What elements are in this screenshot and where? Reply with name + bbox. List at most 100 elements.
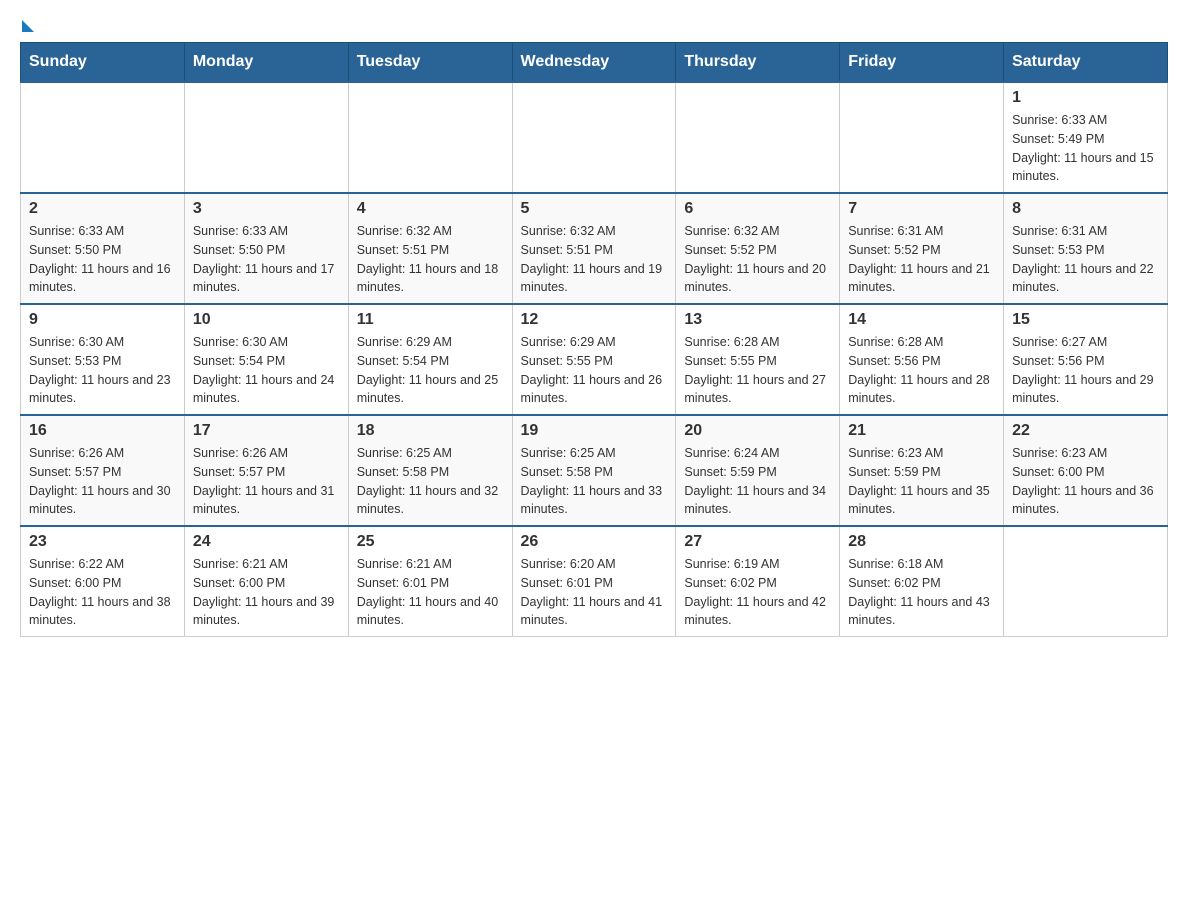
day-number: 10 — [193, 311, 340, 329]
day-info: Sunrise: 6:24 AMSunset: 5:59 PMDaylight:… — [684, 444, 831, 519]
day-number: 13 — [684, 311, 831, 329]
day-info: Sunrise: 6:22 AMSunset: 6:00 PMDaylight:… — [29, 555, 176, 630]
logo-triangle-icon — [22, 20, 34, 32]
calendar-day-cell — [1004, 526, 1168, 637]
day-number: 26 — [521, 533, 668, 551]
calendar-day-cell: 19 Sunrise: 6:25 AMSunset: 5:58 PMDayligh… — [512, 415, 676, 526]
day-info: Sunrise: 6:30 AMSunset: 5:53 PMDaylight:… — [29, 333, 176, 408]
day-info: Sunrise: 6:33 AMSunset: 5:49 PMDaylight:… — [1012, 111, 1159, 186]
day-info: Sunrise: 6:33 AMSunset: 5:50 PMDaylight:… — [29, 222, 176, 297]
calendar-day-cell: 27Sunrise: 6:19 AMSunset: 6:02 PMDayligh… — [676, 526, 840, 637]
day-number: 21 — [848, 422, 995, 440]
day-number: 24 — [193, 533, 340, 551]
calendar-day-cell — [348, 82, 512, 193]
calendar-day-cell: 13 Sunrise: 6:28 AMSunset: 5:55 PMDayligh… — [676, 304, 840, 415]
day-info: Sunrise: 6:23 AMSunset: 5:59 PMDaylight:… — [848, 444, 995, 519]
calendar-table: Sunday Monday Tuesday Wednesday Thursday… — [20, 42, 1168, 637]
day-number: 22 — [1012, 422, 1159, 440]
header-wednesday: Wednesday — [512, 43, 676, 83]
calendar-day-cell: 18 Sunrise: 6:25 AMSunset: 5:58 PMDayligh… — [348, 415, 512, 526]
calendar-day-cell: 3Sunrise: 6:33 AMSunset: 5:50 PMDaylight… — [184, 193, 348, 304]
calendar-day-cell: 16 Sunrise: 6:26 AMSunset: 5:57 PMDayligh… — [21, 415, 185, 526]
calendar-day-cell: 9 Sunrise: 6:30 AMSunset: 5:53 PMDaylight… — [21, 304, 185, 415]
calendar-day-cell: 21 Sunrise: 6:23 AMSunset: 5:59 PMDayligh… — [840, 415, 1004, 526]
day-info: Sunrise: 6:26 AMSunset: 5:57 PMDaylight:… — [193, 444, 340, 519]
calendar-day-cell: 20 Sunrise: 6:24 AMSunset: 5:59 PMDayligh… — [676, 415, 840, 526]
calendar-day-cell: 23 Sunrise: 6:22 AMSunset: 6:00 PMDayligh… — [21, 526, 185, 637]
calendar-day-cell: 4 Sunrise: 6:32 AMSunset: 5:51 PMDaylight… — [348, 193, 512, 304]
calendar-week-row: 16 Sunrise: 6:26 AMSunset: 5:57 PMDayligh… — [21, 415, 1168, 526]
day-number: 11 — [357, 311, 504, 329]
day-number: 25 — [357, 533, 504, 551]
day-number: 7 — [848, 200, 995, 218]
calendar-day-cell: 10 Sunrise: 6:30 AMSunset: 5:54 PMDayligh… — [184, 304, 348, 415]
day-info: Sunrise: 6:28 AMSunset: 5:55 PMDaylight:… — [684, 333, 831, 408]
calendar-day-cell: 17 Sunrise: 6:26 AMSunset: 5:57 PMDayligh… — [184, 415, 348, 526]
day-number: 15 — [1012, 311, 1159, 329]
weekday-header-row: Sunday Monday Tuesday Wednesday Thursday… — [21, 43, 1168, 83]
day-number: 4 — [357, 200, 504, 218]
calendar-day-cell — [512, 82, 676, 193]
logo-text — [20, 20, 34, 34]
day-info: Sunrise: 6:27 AMSunset: 5:56 PMDaylight:… — [1012, 333, 1159, 408]
header-friday: Friday — [840, 43, 1004, 83]
calendar-week-row: 2 Sunrise: 6:33 AMSunset: 5:50 PMDaylight… — [21, 193, 1168, 304]
header-tuesday: Tuesday — [348, 43, 512, 83]
day-info: Sunrise: 6:31 AMSunset: 5:52 PMDaylight:… — [848, 222, 995, 297]
calendar-day-cell: 1 Sunrise: 6:33 AMSunset: 5:49 PMDaylight… — [1004, 82, 1168, 193]
day-info: Sunrise: 6:29 AMSunset: 5:55 PMDaylight:… — [521, 333, 668, 408]
calendar-day-cell — [184, 82, 348, 193]
day-number: 14 — [848, 311, 995, 329]
calendar-week-row: 1 Sunrise: 6:33 AMSunset: 5:49 PMDaylight… — [21, 82, 1168, 193]
calendar-day-cell: 12 Sunrise: 6:29 AMSunset: 5:55 PMDayligh… — [512, 304, 676, 415]
calendar-day-cell: 28 Sunrise: 6:18 AMSunset: 6:02 PMDayligh… — [840, 526, 1004, 637]
day-number: 8 — [1012, 200, 1159, 218]
day-info: Sunrise: 6:26 AMSunset: 5:57 PMDaylight:… — [29, 444, 176, 519]
day-number: 28 — [848, 533, 995, 551]
day-info: Sunrise: 6:32 AMSunset: 5:51 PMDaylight:… — [521, 222, 668, 297]
day-info: Sunrise: 6:20 AMSunset: 6:01 PMDaylight:… — [521, 555, 668, 630]
header-monday: Monday — [184, 43, 348, 83]
calendar-day-cell: 7 Sunrise: 6:31 AMSunset: 5:52 PMDaylight… — [840, 193, 1004, 304]
day-number: 2 — [29, 200, 176, 218]
calendar-day-cell: 2 Sunrise: 6:33 AMSunset: 5:50 PMDaylight… — [21, 193, 185, 304]
day-number: 19 — [521, 422, 668, 440]
day-number: 9 — [29, 311, 176, 329]
day-info: Sunrise: 6:25 AMSunset: 5:58 PMDaylight:… — [357, 444, 504, 519]
page-header — [20, 20, 1168, 32]
calendar-day-cell: 24 Sunrise: 6:21 AMSunset: 6:00 PMDayligh… — [184, 526, 348, 637]
day-number: 3 — [193, 200, 340, 218]
day-number: 17 — [193, 422, 340, 440]
day-info: Sunrise: 6:29 AMSunset: 5:54 PMDaylight:… — [357, 333, 504, 408]
calendar-day-cell: 11 Sunrise: 6:29 AMSunset: 5:54 PMDayligh… — [348, 304, 512, 415]
calendar-day-cell: 26 Sunrise: 6:20 AMSunset: 6:01 PMDayligh… — [512, 526, 676, 637]
day-info: Sunrise: 6:31 AMSunset: 5:53 PMDaylight:… — [1012, 222, 1159, 297]
calendar-day-cell: 25 Sunrise: 6:21 AMSunset: 6:01 PMDayligh… — [348, 526, 512, 637]
day-number: 23 — [29, 533, 176, 551]
day-info: Sunrise: 6:30 AMSunset: 5:54 PMDaylight:… — [193, 333, 340, 408]
header-sunday: Sunday — [21, 43, 185, 83]
day-number: 18 — [357, 422, 504, 440]
day-number: 20 — [684, 422, 831, 440]
calendar-day-cell — [676, 82, 840, 193]
day-info: Sunrise: 6:18 AMSunset: 6:02 PMDaylight:… — [848, 555, 995, 630]
logo — [20, 20, 34, 32]
day-number: 6 — [684, 200, 831, 218]
calendar-day-cell: 5Sunrise: 6:32 AMSunset: 5:51 PMDaylight… — [512, 193, 676, 304]
day-number: 27 — [684, 533, 831, 551]
calendar-day-cell — [21, 82, 185, 193]
day-number: 1 — [1012, 89, 1159, 107]
header-thursday: Thursday — [676, 43, 840, 83]
day-info: Sunrise: 6:21 AMSunset: 6:01 PMDaylight:… — [357, 555, 504, 630]
day-info: Sunrise: 6:23 AMSunset: 6:00 PMDaylight:… — [1012, 444, 1159, 519]
header-saturday: Saturday — [1004, 43, 1168, 83]
day-number: 12 — [521, 311, 668, 329]
calendar-week-row: 9 Sunrise: 6:30 AMSunset: 5:53 PMDaylight… — [21, 304, 1168, 415]
calendar-day-cell: 14 Sunrise: 6:28 AMSunset: 5:56 PMDayligh… — [840, 304, 1004, 415]
day-number: 16 — [29, 422, 176, 440]
day-info: Sunrise: 6:25 AMSunset: 5:58 PMDaylight:… — [521, 444, 668, 519]
day-info: Sunrise: 6:21 AMSunset: 6:00 PMDaylight:… — [193, 555, 340, 630]
calendar-day-cell: 22 Sunrise: 6:23 AMSunset: 6:00 PMDayligh… — [1004, 415, 1168, 526]
day-info: Sunrise: 6:32 AMSunset: 5:51 PMDaylight:… — [357, 222, 504, 297]
day-info: Sunrise: 6:28 AMSunset: 5:56 PMDaylight:… — [848, 333, 995, 408]
